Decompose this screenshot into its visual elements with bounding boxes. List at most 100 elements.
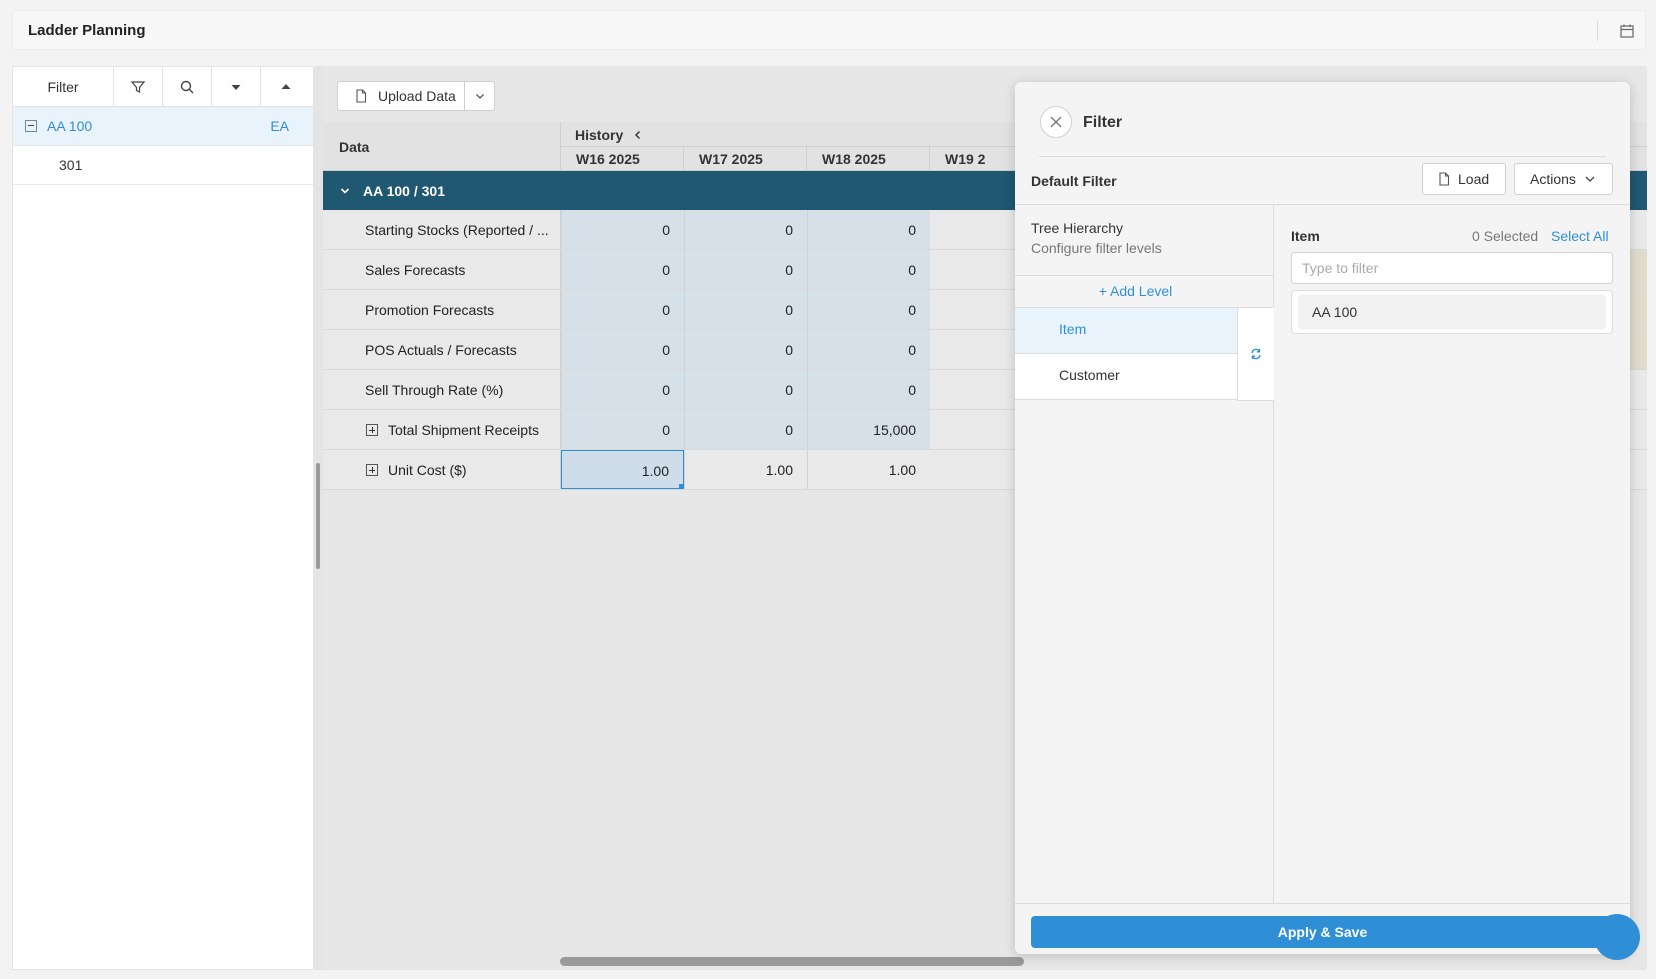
close-icon [1050, 116, 1062, 128]
cell-value: 0 [662, 382, 670, 398]
chevron-left-icon[interactable] [633, 130, 643, 140]
selected-count: 0 Selected [1472, 228, 1539, 244]
level-item[interactable]: Item [1015, 308, 1237, 354]
row-label: Promotion Forecasts [365, 302, 495, 318]
tree-node-301[interactable]: 301 [13, 146, 313, 185]
select-all-link[interactable]: Select All [1551, 228, 1609, 244]
table-cell[interactable]: 0 [807, 290, 930, 329]
chevron-down-icon [1585, 176, 1595, 182]
tree-pane: Filter AA 100 EA 301 [13, 67, 313, 969]
funnel-button[interactable] [114, 67, 163, 107]
help-fab-button[interactable] [1594, 914, 1640, 960]
actions-button[interactable]: Actions [1514, 163, 1613, 195]
add-level-button[interactable]: + Add Level [1015, 283, 1256, 299]
tree-hierarchy-column: Tree Hierarchy Configure filter levels +… [1015, 205, 1274, 903]
cell-value: 0 [662, 262, 670, 278]
table-cell[interactable]: 0 [561, 370, 684, 409]
caret-up-icon [281, 84, 290, 89]
table-cell[interactable]: 0 [684, 410, 807, 449]
level-values-title: Item [1291, 228, 1320, 244]
horizontal-scrollbar[interactable] [560, 957, 1024, 966]
cell-value: 15,000 [873, 422, 916, 438]
apply-save-button[interactable]: Apply & Save [1031, 916, 1614, 948]
search-icon [180, 80, 194, 94]
table-cell[interactable]: 0 [807, 250, 930, 289]
value-option[interactable]: AA 100 [1298, 295, 1606, 329]
table-cell[interactable]: 0 [807, 210, 930, 249]
cell-value: 0 [785, 382, 793, 398]
table-cell[interactable]: 0 [684, 330, 807, 369]
cell-value: 0 [908, 262, 916, 278]
value-list: AA 100 [1291, 290, 1613, 334]
caret-down-icon [231, 85, 241, 90]
panel-title: Filter [1083, 114, 1123, 131]
table-cell[interactable]: 0 [561, 410, 684, 449]
table-cell[interactable]: 0 [561, 210, 684, 249]
cell-value: 0 [785, 302, 793, 318]
upload-data-button[interactable]: Upload Data [337, 81, 495, 111]
week-column-header[interactable]: W18 2025 [807, 146, 930, 171]
table-cell[interactable]: 0 [561, 330, 684, 369]
value-filter-input[interactable] [1291, 252, 1613, 284]
cell-value: 0 [662, 422, 670, 438]
table-cell[interactable]: 0 [684, 210, 807, 249]
chevron-down-icon[interactable] [339, 185, 351, 197]
tree-filter-button[interactable]: Filter [13, 67, 114, 107]
divider [1015, 903, 1630, 904]
load-button[interactable]: Load [1422, 163, 1506, 195]
tree-node-label: 301 [59, 157, 83, 173]
table-cell[interactable]: 0 [684, 290, 807, 329]
table-cell[interactable]: 0 [807, 330, 930, 369]
divider [1039, 156, 1606, 157]
close-button[interactable] [1040, 106, 1072, 138]
active-cell[interactable]: 1.00 [561, 450, 684, 489]
pane-splitter[interactable] [313, 67, 323, 969]
cell-value: 0 [785, 222, 793, 238]
tree-node-aa100[interactable]: AA 100 EA [13, 107, 313, 146]
collapse-all-button[interactable] [261, 67, 310, 107]
table-cell[interactable]: 1.00 [684, 450, 807, 489]
cell-value: 0 [785, 262, 793, 278]
calendar-icon[interactable] [1619, 23, 1635, 39]
expand-plus-icon[interactable] [366, 464, 378, 476]
filter-panel: Filter Default Filter Load Actions Tree … [1015, 82, 1630, 954]
row-label: Sales Forecasts [365, 262, 466, 278]
document-icon [356, 89, 367, 103]
data-column-header: Data [339, 139, 370, 155]
cell-value: 1.00 [888, 462, 916, 478]
expand-all-button[interactable] [212, 67, 261, 107]
week-column-header[interactable]: W17 2025 [684, 146, 807, 171]
tree-hierarchy-subtitle: Configure filter levels [1031, 240, 1162, 256]
cell-value: 0 [662, 302, 670, 318]
header-divider [1597, 21, 1598, 41]
cell-value: 1.00 [765, 462, 793, 478]
table-cell[interactable]: 0 [807, 370, 930, 409]
level-values-column: Item 0 Selected Select All AA 100 [1275, 205, 1630, 903]
upload-dropdown-button[interactable] [464, 82, 494, 110]
swap-levels-button[interactable] [1237, 308, 1274, 401]
week-column-header[interactable]: W16 2025 [561, 146, 684, 171]
table-cell[interactable]: 0 [684, 250, 807, 289]
upload-data-label: Upload Data [378, 88, 456, 104]
level-customer[interactable]: Customer [1015, 354, 1237, 400]
row-label: POS Actuals / Forecasts [365, 342, 517, 358]
splitter-grip[interactable] [316, 463, 320, 569]
table-cell[interactable]: 0 [684, 370, 807, 409]
actions-label: Actions [1530, 171, 1576, 187]
row-label: Unit Cost ($) [388, 462, 467, 478]
tree-node-label: AA 100 [47, 118, 93, 134]
table-cell[interactable]: 15,000 [807, 410, 930, 449]
history-group-header[interactable]: History [575, 127, 643, 143]
default-filter-label: Default Filter [1031, 173, 1117, 189]
cell-value: 0 [908, 382, 916, 398]
row-label: Starting Stocks (Reported / ... [365, 222, 549, 238]
cell-value: 0 [785, 342, 793, 358]
row-label: Sell Through Rate (%) [365, 382, 504, 398]
search-button[interactable] [163, 67, 212, 107]
table-cell[interactable]: 1.00 [807, 450, 930, 489]
table-cell[interactable]: 0 [561, 250, 684, 289]
collapse-square-icon[interactable] [25, 120, 37, 132]
load-label: Load [1458, 171, 1490, 187]
expand-plus-icon[interactable] [366, 424, 378, 436]
table-cell[interactable]: 0 [561, 290, 684, 329]
